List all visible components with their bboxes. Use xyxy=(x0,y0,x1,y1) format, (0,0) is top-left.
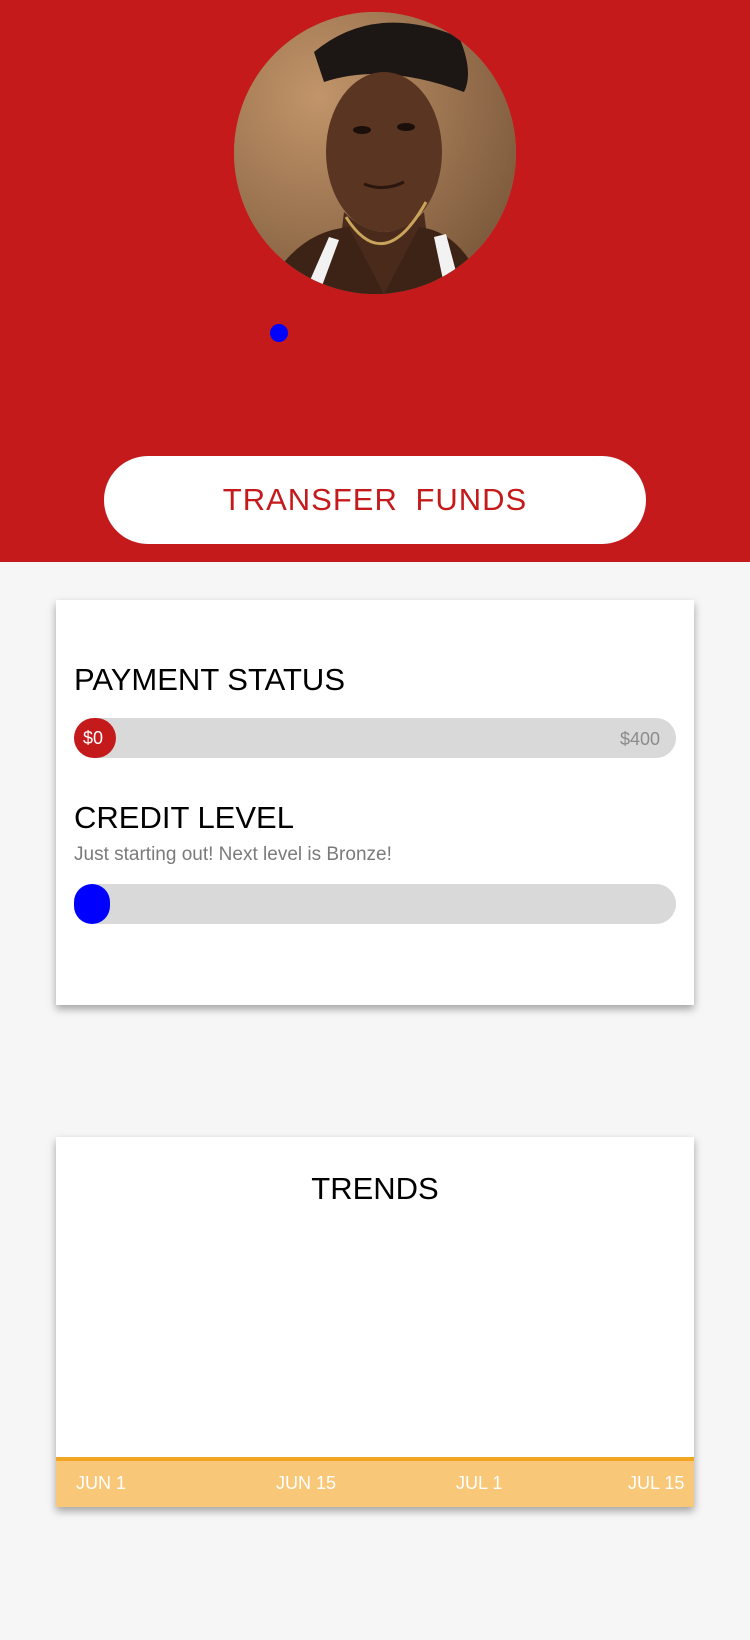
status-card: PAYMENT STATUS $0 $400 CREDIT LEVEL Just… xyxy=(56,600,694,1005)
credit-level-knob[interactable] xyxy=(74,884,110,924)
page-indicator-dot[interactable] xyxy=(270,324,288,342)
x-tick-label: JUL 1 xyxy=(456,1473,503,1493)
payment-progress-bar: $0 $400 xyxy=(74,718,676,758)
payment-current-label: $0 xyxy=(83,728,104,748)
avatar xyxy=(234,12,516,294)
x-tick-label: JUN 1 xyxy=(76,1473,127,1493)
chart-x-axis xyxy=(56,1461,694,1507)
credit-level-subtitle: Just starting out! Next level is Bronze! xyxy=(74,844,392,865)
trends-card: TRENDS JUN 1 JUN 15 JUL 1 JUL 15 xyxy=(56,1137,694,1507)
trends-heading: TRENDS xyxy=(311,1171,439,1206)
x-tick-label: JUL 15 xyxy=(628,1473,685,1493)
payment-status-heading: PAYMENT STATUS xyxy=(74,662,345,697)
credit-level-heading: CREDIT LEVEL xyxy=(74,800,294,835)
trends-chart: JUN 1 JUN 15 JUL 1 JUL 15 xyxy=(56,1457,694,1507)
payment-max-label: $400 xyxy=(619,729,660,749)
x-tick-label: JUN 15 xyxy=(276,1473,337,1493)
credit-level-slider[interactable] xyxy=(74,884,676,924)
transfer-funds-button[interactable]: TRANSFER FUNDS xyxy=(104,456,646,544)
avatar-photo xyxy=(234,12,516,294)
profile-header: TRANSFER FUNDS xyxy=(0,0,750,562)
